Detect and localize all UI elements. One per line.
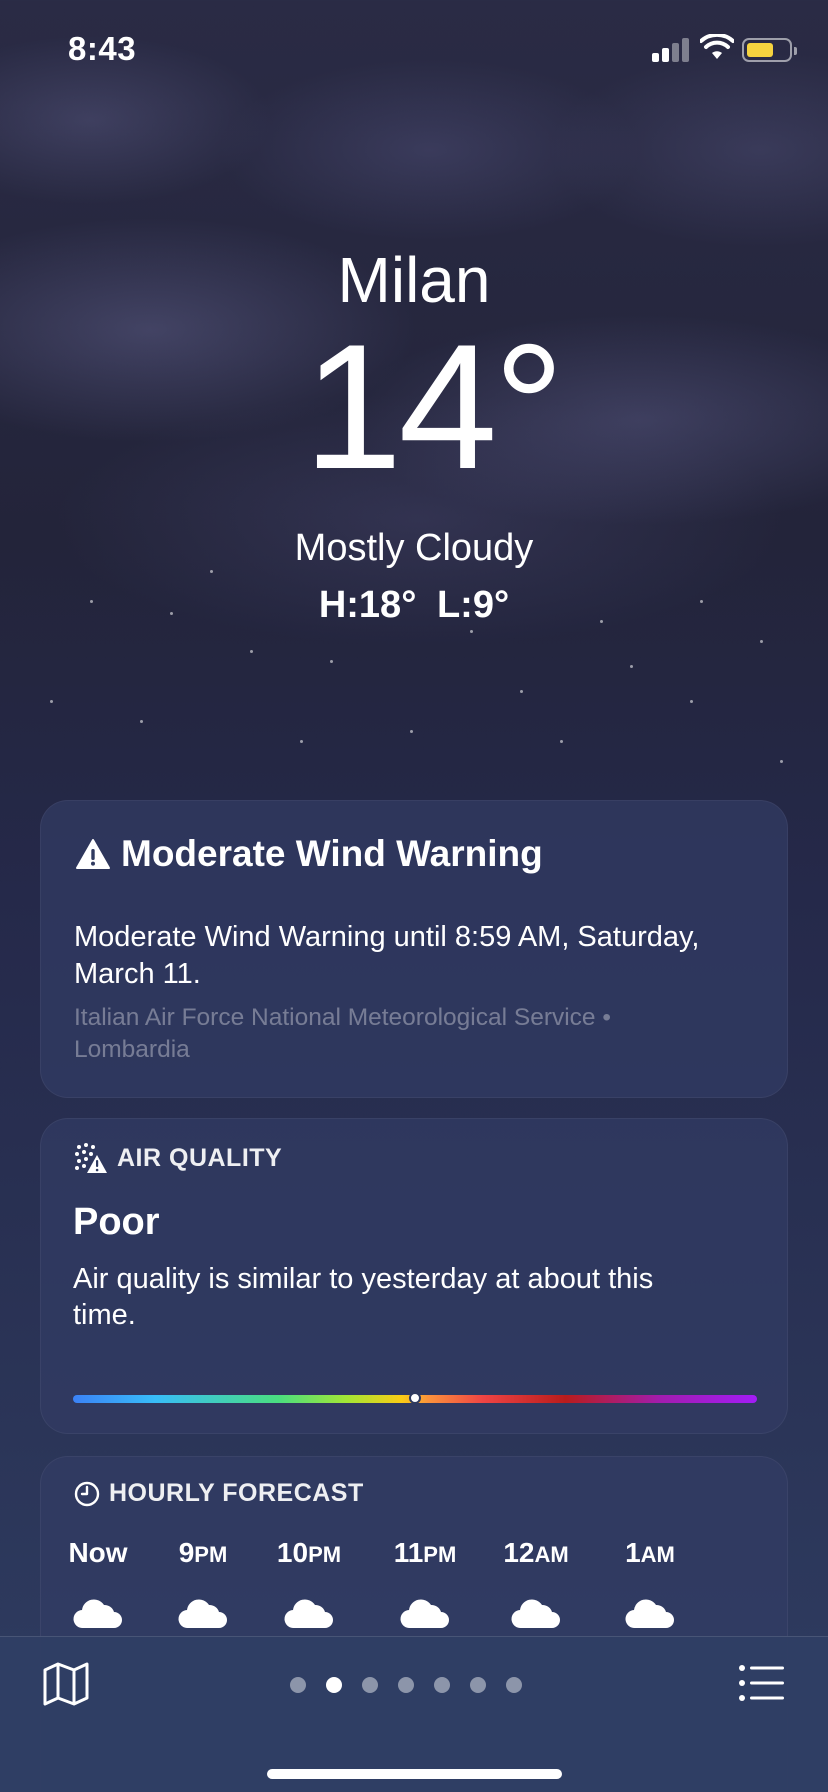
cloud-icon (178, 1599, 227, 1629)
page-indicator[interactable] (290, 1675, 522, 1695)
weather-warning-card[interactable]: Moderate Wind Warning Moderate Wind Warn… (40, 800, 788, 1098)
city-name: Milan (337, 244, 491, 316)
hourly-forecast-item: 10PM (254, 1537, 364, 1629)
wifi-icon (700, 34, 734, 59)
air-quality-icon (75, 1143, 107, 1173)
hour-label: 11PM (393, 1537, 457, 1568)
air-quality-header: AIR QUALITY (73, 1141, 282, 1175)
bottom-toolbar (0, 1636, 828, 1792)
map-icon[interactable] (42, 1661, 90, 1707)
high-low-temperature: H:18° L:9° (318, 584, 510, 626)
hourly-forecast-header-label: HOURLY FORECAST (109, 1479, 364, 1507)
star-dot (470, 630, 473, 633)
hourly-forecast-item: 12AM (481, 1537, 591, 1629)
home-indicator[interactable] (267, 1769, 562, 1779)
star-dot (50, 700, 53, 703)
star-dot (330, 660, 333, 663)
hourly-forecast-item: 11PM (370, 1537, 480, 1629)
battery-icon (742, 38, 797, 62)
current-temperature: 14° (303, 307, 564, 506)
status-time: 8:43 (68, 30, 137, 67)
air-quality-header-label: AIR QUALITY (117, 1143, 283, 1172)
star-dot (210, 570, 213, 573)
hour-label: 1AM (625, 1537, 675, 1568)
air-quality-card[interactable]: AIR QUALITY Poor Air quality is similar … (40, 1118, 788, 1434)
star-dot (410, 730, 413, 733)
star-dot (690, 700, 693, 703)
hour-label: 9PM (178, 1537, 228, 1568)
cloud-icon (73, 1599, 122, 1629)
cloud-icon (284, 1599, 333, 1629)
cellular-signal-icon (652, 38, 692, 62)
star-dot (520, 690, 523, 693)
list-icon[interactable] (738, 1663, 786, 1703)
air-quality-description: Air quality is similar to yesterday at a… (73, 1263, 654, 1331)
warning-triangle-icon (76, 839, 110, 869)
page-dot[interactable] (290, 1677, 306, 1693)
hourly-forecast-item: 9PM (148, 1537, 258, 1629)
star-dot (300, 740, 303, 743)
warning-title: Moderate Wind Warning (121, 833, 543, 874)
hour-label: 12AM (503, 1537, 569, 1568)
cloud-icon (511, 1599, 560, 1629)
hourly-forecast-item: 1AM (595, 1537, 705, 1629)
cloud-icon (625, 1599, 674, 1629)
star-dot (250, 650, 253, 653)
page-dot[interactable] (434, 1677, 450, 1693)
page-dot[interactable] (506, 1677, 522, 1693)
battery-fill (747, 43, 773, 57)
star-dot (560, 740, 563, 743)
star-dot (140, 720, 143, 723)
status-bar: 8:43 (0, 0, 828, 100)
warning-description: Moderate Wind Warning until 8:59 AM, Sat… (74, 921, 700, 990)
warning-source: Italian Air Force National Meteorologica… (74, 1004, 611, 1063)
page-dot[interactable] (470, 1677, 486, 1693)
star-dot (780, 760, 783, 763)
weather-condition: Mostly Cloudy (294, 527, 534, 569)
clock-icon (74, 1481, 100, 1506)
air-quality-marker (409, 1392, 421, 1404)
star-dot (760, 640, 763, 643)
hour-label: 10PM (276, 1537, 342, 1568)
hourly-forecast-header: HOURLY FORECAST (73, 1479, 364, 1508)
cloud-icon (400, 1599, 449, 1629)
page-dot[interactable] (326, 1677, 342, 1693)
hour-label: Now (68, 1537, 128, 1568)
star-dot (630, 665, 633, 668)
air-quality-scale-bar (73, 1392, 757, 1404)
page-dot[interactable] (398, 1677, 414, 1693)
page-dot[interactable] (362, 1677, 378, 1693)
warning-title-row: Moderate Wind Warning (75, 833, 543, 875)
air-quality-value: Poor (73, 1201, 160, 1243)
hourly-forecast-item: Now (43, 1537, 153, 1629)
